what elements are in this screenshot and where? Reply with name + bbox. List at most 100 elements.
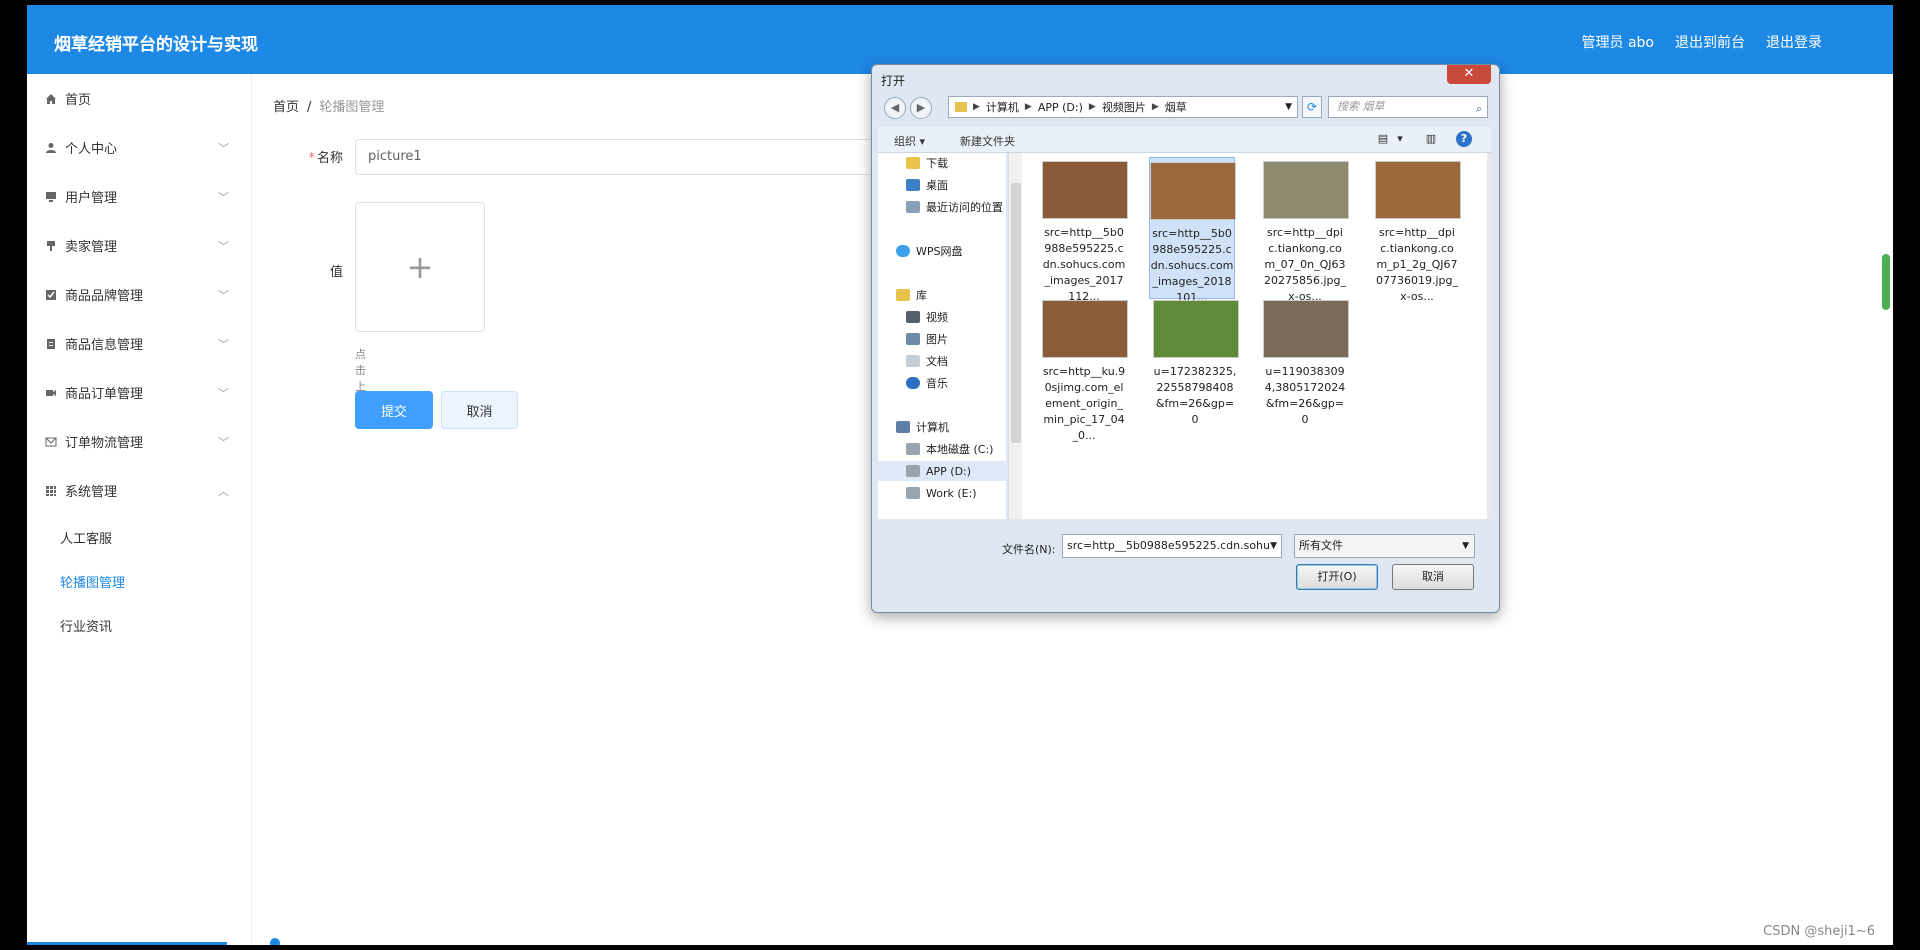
app-title: 烟草经销平台的设计与实现 — [54, 35, 258, 55]
bottom-progress-line — [27, 942, 227, 945]
sidebar-item-order-management[interactable]: 商品订单管理 ﹀ — [27, 368, 251, 417]
cancel-button[interactable]: 取消 — [441, 391, 518, 429]
page-scrollbar[interactable] — [1882, 254, 1890, 310]
preview-pane-icon[interactable]: ▥ — [1423, 131, 1439, 147]
filetype-select[interactable]: 所有文件 ▼ — [1294, 534, 1475, 558]
tree-item-computer[interactable]: 计算机 — [896, 417, 949, 437]
file-thumbnail — [1263, 300, 1349, 358]
organize-button[interactable]: 组织 ▾ — [894, 133, 925, 149]
sidebar: 首页 个人中心 ﹀ 用户管理 ﹀ 卖家管理 ﹀ 商品品牌管理 ﹀ 商品信息管理 … — [27, 74, 252, 945]
chevron-down-icon: ﹀ — [218, 289, 229, 302]
tree-item-music[interactable]: 音乐 — [906, 373, 948, 393]
chevron-down-icon: ﹀ — [218, 240, 229, 253]
tree-item-pictures[interactable]: 图片 — [906, 329, 948, 349]
sidebar-item-system[interactable]: 系统管理 ︿ — [27, 466, 251, 515]
file-name: src=http__dpic.tiankong.com_p1_2g_QJ6707… — [1375, 226, 1458, 303]
address-segment[interactable]: 烟草 — [1165, 99, 1187, 115]
file-list-scrollbar[interactable] — [1487, 153, 1491, 519]
file-item-selected[interactable]: src=http__5b0988e595225.cdn.sohucs.com_i… — [1149, 157, 1236, 304]
open-file-dialog: 打开 ✕ ◀ ▶ ▶ 计算机 ▶ APP (D:) ▶ 视频图片 ▶ 烟草 ▼ … — [871, 64, 1500, 613]
tree-item-drive-d[interactable]: APP (D:) — [878, 461, 1006, 481]
file-item[interactable]: src=http__dpic.tiankong.com_p1_2g_QJ6707… — [1375, 161, 1461, 305]
bottom-progress-dot — [270, 938, 280, 945]
dialog-cancel-button[interactable]: 取消 — [1392, 564, 1474, 590]
address-segment[interactable]: APP (D:) — [1038, 101, 1083, 114]
search-icon: ⌕ — [1475, 102, 1482, 115]
tree-item-wps-cloud[interactable]: WPS网盘 — [896, 241, 963, 261]
sidebar-item-product-info[interactable]: 商品信息管理 ﹀ — [27, 319, 251, 368]
breadcrumb: 首页 / 轮播图管理 — [273, 96, 384, 115]
file-name: src=http__5b0988e595225.cdn.sohucs.com_i… — [1042, 226, 1126, 303]
search-input[interactable]: 搜索 烟草 ⌕ — [1328, 96, 1488, 118]
back-to-front-link[interactable]: 退出到前台 — [1675, 32, 1745, 52]
arrow-left-icon: ◀ — [890, 101, 900, 114]
document-icon — [906, 355, 920, 367]
back-button[interactable]: ◀ — [884, 97, 906, 119]
required-mark: * — [308, 151, 315, 166]
sidebar-subitem-carousel[interactable]: 轮播图管理 — [27, 559, 251, 603]
sidebar-item-label: 系统管理 — [65, 485, 118, 500]
file-item[interactable]: u=172382325,22558798408&fm=26&gp=0 — [1153, 300, 1239, 428]
sidebar-item-personal-center[interactable]: 个人中心 ﹀ — [27, 123, 251, 172]
sidebar-item-label: 卖家管理 — [65, 240, 118, 255]
close-button[interactable]: ✕ — [1447, 65, 1491, 84]
upload-box[interactable]: + — [355, 202, 485, 332]
chevron-down-icon: ﹀ — [218, 387, 229, 400]
tree-item-downloads[interactable]: 下载 — [906, 153, 948, 173]
tree-scrollbar-thumb[interactable] — [1011, 183, 1021, 443]
file-name: u=172382325,22558798408&fm=26&gp=0 — [1153, 365, 1237, 426]
file-item[interactable]: src=http__dpic.tiankong.com_07_0n_QJ6320… — [1263, 161, 1349, 305]
chevron-down-icon: ﹀ — [218, 338, 229, 351]
filename-input[interactable]: src=http__5b0988e595225.cdn.sohu ▼ — [1062, 534, 1282, 558]
chevron-down-icon: ﹀ — [218, 436, 229, 449]
sidebar-subitem-customer-service[interactable]: 人工客服 — [27, 515, 251, 559]
sidebar-item-label: 商品信息管理 — [65, 338, 144, 353]
address-segment[interactable]: 计算机 — [986, 99, 1019, 115]
sidebar-subitem-industry-news[interactable]: 行业资讯 — [27, 603, 251, 647]
file-item[interactable]: src=http__ku.90sjimg.com_element_origin_… — [1042, 300, 1128, 444]
tree-item-libraries[interactable]: 库 — [896, 285, 927, 305]
tree-item-documents[interactable]: 文档 — [906, 351, 948, 371]
open-button[interactable]: 打开(O) — [1296, 564, 1378, 590]
sidebar-item-label: 用户管理 — [65, 191, 118, 206]
tree-item-recent[interactable]: 最近访问的位置 — [906, 197, 1003, 217]
dropdown-arrow-icon[interactable]: ▼ — [1285, 102, 1292, 112]
file-thumbnail — [1042, 161, 1128, 219]
file-item[interactable]: src=http__5b0988e595225.cdn.sohucs.com_i… — [1042, 161, 1128, 305]
refresh-button[interactable]: ⟳ — [1302, 96, 1322, 118]
sidebar-item-home[interactable]: 首页 — [27, 74, 251, 123]
help-icon[interactable]: ? — [1456, 131, 1472, 147]
sidebar-item-brand-management[interactable]: 商品品牌管理 ﹀ — [27, 270, 251, 319]
navigation-tree: 下载 桌面 最近访问的位置 WPS网盘 库 视频 图片 文档 音乐 计算机 本地… — [878, 153, 1006, 519]
drive-icon — [906, 487, 920, 499]
tree-scrollbar[interactable] — [1008, 153, 1023, 519]
dropdown-arrow-icon: ▼ — [1462, 541, 1469, 551]
breadcrumb-home[interactable]: 首页 — [273, 100, 299, 115]
forward-button[interactable]: ▶ — [910, 97, 932, 119]
dialog-toolbar: 组织 ▾ 新建文件夹 ▤ ▾ ▥ ? — [878, 127, 1491, 153]
tree-item-drive-e[interactable]: Work (E:) — [906, 483, 977, 503]
home-icon — [46, 93, 56, 104]
submit-button[interactable]: 提交 — [355, 391, 433, 429]
tree-item-drive-c[interactable]: 本地磁盘 (C:) — [906, 439, 993, 459]
view-icon[interactable]: ▤ — [1375, 131, 1391, 147]
new-folder-button[interactable]: 新建文件夹 — [960, 133, 1015, 149]
music-icon — [906, 377, 920, 389]
cloud-icon — [896, 245, 910, 257]
address-bar[interactable]: ▶ 计算机 ▶ APP (D:) ▶ 视频图片 ▶ 烟草 ▼ — [948, 96, 1298, 118]
sidebar-item-user-management[interactable]: 用户管理 ﹀ — [27, 172, 251, 221]
tree-item-desktop[interactable]: 桌面 — [906, 175, 948, 195]
chevron-down-icon[interactable]: ▾ — [1392, 131, 1408, 147]
dropdown-arrow-icon[interactable]: ▼ — [1270, 535, 1277, 557]
chevron-right-icon: ▶ — [1024, 102, 1032, 112]
watermark: CSDN @sheji1~6 — [1763, 924, 1875, 939]
tree-item-videos[interactable]: 视频 — [906, 307, 948, 327]
address-segment[interactable]: 视频图片 — [1102, 99, 1146, 115]
file-item[interactable]: u=1190383094,3805172024&fm=26&gp=0 — [1263, 300, 1349, 428]
bookmark-icon — [47, 240, 55, 251]
sidebar-item-logistics[interactable]: 订单物流管理 ﹀ — [27, 417, 251, 466]
logout-link[interactable]: 退出登录 — [1766, 32, 1822, 52]
sidebar-item-seller-management[interactable]: 卖家管理 ﹀ — [27, 221, 251, 270]
filename-label: 文件名(N): — [1002, 543, 1056, 556]
drive-icon — [906, 443, 920, 455]
